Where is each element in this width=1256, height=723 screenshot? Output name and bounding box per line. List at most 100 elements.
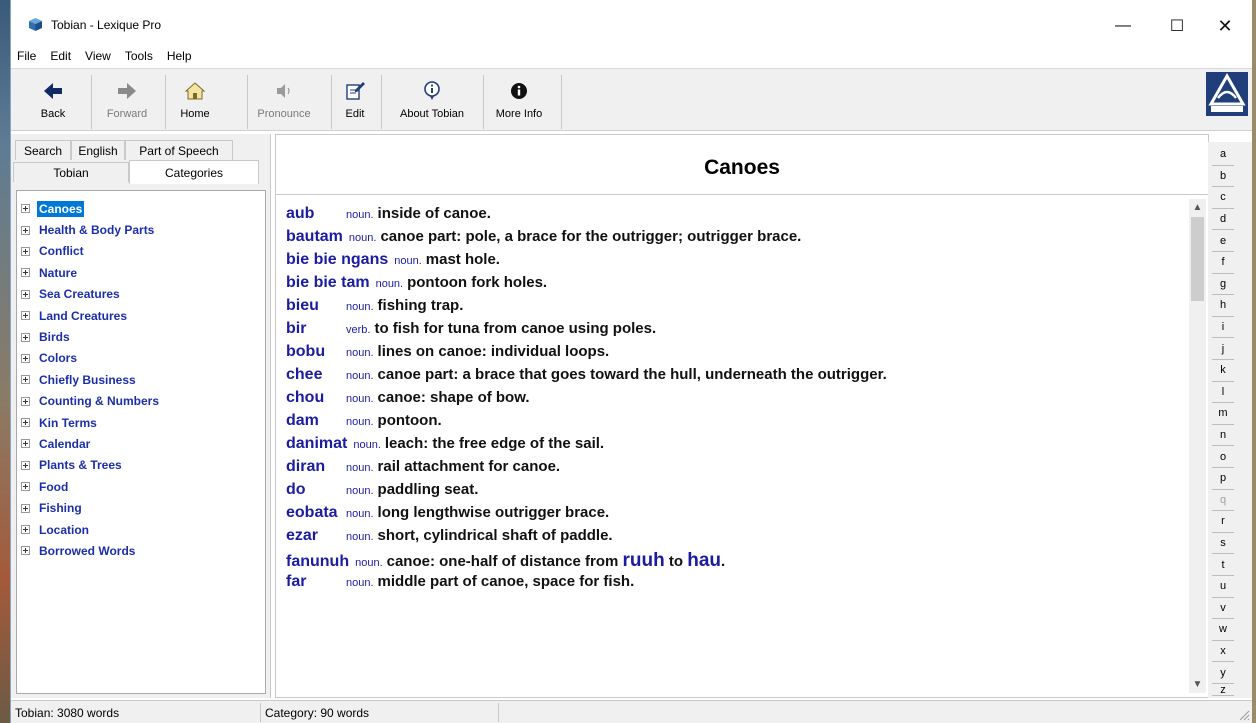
menu-help[interactable]: Help <box>166 49 193 63</box>
expand-plus-icon[interactable] <box>21 460 30 470</box>
letter-u[interactable]: u <box>1212 576 1234 598</box>
letter-p[interactable]: p <box>1212 468 1234 490</box>
tree-item-label[interactable]: Calendar <box>37 436 92 452</box>
expand-plus-icon[interactable] <box>21 225 30 235</box>
tree-item-label[interactable]: Birds <box>37 329 72 345</box>
tree-item-label[interactable]: Canoes <box>37 200 85 217</box>
tree-item[interactable]: Sea Creatures <box>17 284 265 305</box>
letter-b[interactable]: b <box>1212 166 1234 188</box>
expand-plus-icon[interactable] <box>21 439 30 449</box>
tree-item-label[interactable]: Kin Terms <box>37 415 99 431</box>
letter-o[interactable]: o <box>1212 446 1234 468</box>
tree-item-label[interactable]: Counting & Numbers <box>37 393 161 409</box>
expand-plus-icon[interactable] <box>21 332 30 342</box>
letter-t[interactable]: t <box>1212 554 1234 576</box>
tab-categories[interactable]: Categories <box>129 160 259 184</box>
entry-headword[interactable]: dam <box>286 412 346 430</box>
letter-l[interactable]: l <box>1212 382 1234 404</box>
tree-item[interactable]: Colors <box>17 348 265 369</box>
tab-english[interactable]: English <box>71 140 125 160</box>
letter-r[interactable]: r <box>1212 511 1234 533</box>
letter-v[interactable]: v <box>1212 598 1234 620</box>
letter-f[interactable]: f <box>1212 252 1234 274</box>
minimize-button[interactable]: — <box>1100 14 1146 38</box>
expand-plus-icon[interactable] <box>21 418 30 428</box>
letter-h[interactable]: h <box>1212 295 1234 317</box>
expand-plus-icon[interactable] <box>21 546 30 556</box>
letter-i[interactable]: i <box>1212 317 1234 339</box>
tree-item[interactable]: Plants & Trees <box>17 455 265 476</box>
letter-n[interactable]: n <box>1212 425 1234 447</box>
tree-item-label[interactable]: Fishing <box>37 500 84 516</box>
forward-button[interactable]: Forward <box>97 75 157 129</box>
close-button[interactable]: ✕ <box>1202 14 1248 38</box>
tree-item-label[interactable]: Health & Body Parts <box>37 222 156 238</box>
letter-c[interactable]: c <box>1212 187 1234 209</box>
entry-headword[interactable]: aub <box>286 205 346 223</box>
expand-plus-icon[interactable] <box>21 289 30 299</box>
entry-headword[interactable]: bieu <box>286 297 346 315</box>
entry-headword[interactable]: bir <box>286 320 346 338</box>
letter-y[interactable]: y <box>1212 662 1234 684</box>
tree-item-label[interactable]: Sea Creatures <box>37 286 122 302</box>
resize-grip-icon[interactable] <box>1238 709 1250 721</box>
cross-reference-link[interactable]: hau <box>687 550 721 572</box>
tree-item[interactable]: Calendar <box>17 433 265 454</box>
tree-item-label[interactable]: Borrowed Words <box>37 543 137 559</box>
tree-item[interactable]: Land Creatures <box>17 305 265 326</box>
entry-headword[interactable]: chee <box>286 366 346 384</box>
scroll-down-icon[interactable]: ▼ <box>1189 676 1206 693</box>
menu-edit[interactable]: Edit <box>49 49 72 63</box>
tree-item[interactable]: Food <box>17 476 265 497</box>
expand-plus-icon[interactable] <box>21 375 30 385</box>
home-button[interactable]: Home <box>175 75 215 129</box>
tree-item-label[interactable]: Conflict <box>37 243 86 259</box>
expand-plus-icon[interactable] <box>21 396 30 406</box>
tab-part-of-speech[interactable]: Part of Speech <box>125 140 233 160</box>
entry-headword[interactable]: far <box>286 573 346 591</box>
letter-x[interactable]: x <box>1212 641 1234 663</box>
letter-g[interactable]: g <box>1212 274 1234 296</box>
letter-z[interactable]: z <box>1212 684 1234 696</box>
tree-item-label[interactable]: Plants & Trees <box>37 457 124 473</box>
menu-view[interactable]: View <box>84 49 112 63</box>
letter-m[interactable]: m <box>1212 403 1234 425</box>
scroll-up-icon[interactable]: ▲ <box>1189 199 1206 216</box>
letter-j[interactable]: j <box>1212 338 1234 360</box>
entry-headword[interactable]: bie bie tam <box>286 274 376 292</box>
tree-item-label[interactable]: Chiefly Business <box>37 372 138 388</box>
tree-item[interactable]: Health & Body Parts <box>17 219 265 240</box>
entry-headword[interactable]: diran <box>286 458 346 476</box>
letter-e[interactable]: e <box>1212 230 1234 252</box>
pronounce-button[interactable]: Pronounce <box>251 75 317 129</box>
tab-search[interactable]: Search <box>15 140 71 160</box>
edit-button[interactable]: Edit <box>337 75 373 129</box>
tab-tobian[interactable]: Tobian <box>13 162 129 182</box>
entry-headword[interactable]: chou <box>286 389 346 407</box>
menu-tools[interactable]: Tools <box>124 49 154 63</box>
entry-headword[interactable]: danimat <box>286 435 353 453</box>
back-button[interactable]: Back <box>33 75 73 129</box>
letter-k[interactable]: k <box>1212 360 1234 382</box>
entry-headword[interactable]: fanunuh <box>286 553 355 571</box>
tree-item[interactable]: Conflict <box>17 241 265 262</box>
expand-plus-icon[interactable] <box>21 268 30 278</box>
tree-item-label[interactable]: Food <box>37 479 70 495</box>
tree-item[interactable]: Borrowed Words <box>17 540 265 561</box>
scroll-thumb[interactable] <box>1191 217 1204 301</box>
expand-plus-icon[interactable] <box>21 503 30 513</box>
letter-s[interactable]: s <box>1212 533 1234 555</box>
letter-w[interactable]: w <box>1212 619 1234 641</box>
entry-headword[interactable]: eobata <box>286 504 346 522</box>
entry-headword[interactable]: bautam <box>286 228 349 246</box>
tree-item[interactable]: Kin Terms <box>17 412 265 433</box>
entry-headword[interactable]: do <box>286 481 346 499</box>
letter-d[interactable]: d <box>1212 209 1234 231</box>
entry-headword[interactable]: bobu <box>286 343 346 361</box>
menu-file[interactable]: File <box>16 49 37 63</box>
letter-a[interactable]: a <box>1212 144 1234 166</box>
expand-plus-icon[interactable] <box>21 525 30 535</box>
tree-item[interactable]: Location <box>17 519 265 540</box>
tree-item-label[interactable]: Colors <box>37 350 79 366</box>
expand-plus-icon[interactable] <box>21 353 30 363</box>
